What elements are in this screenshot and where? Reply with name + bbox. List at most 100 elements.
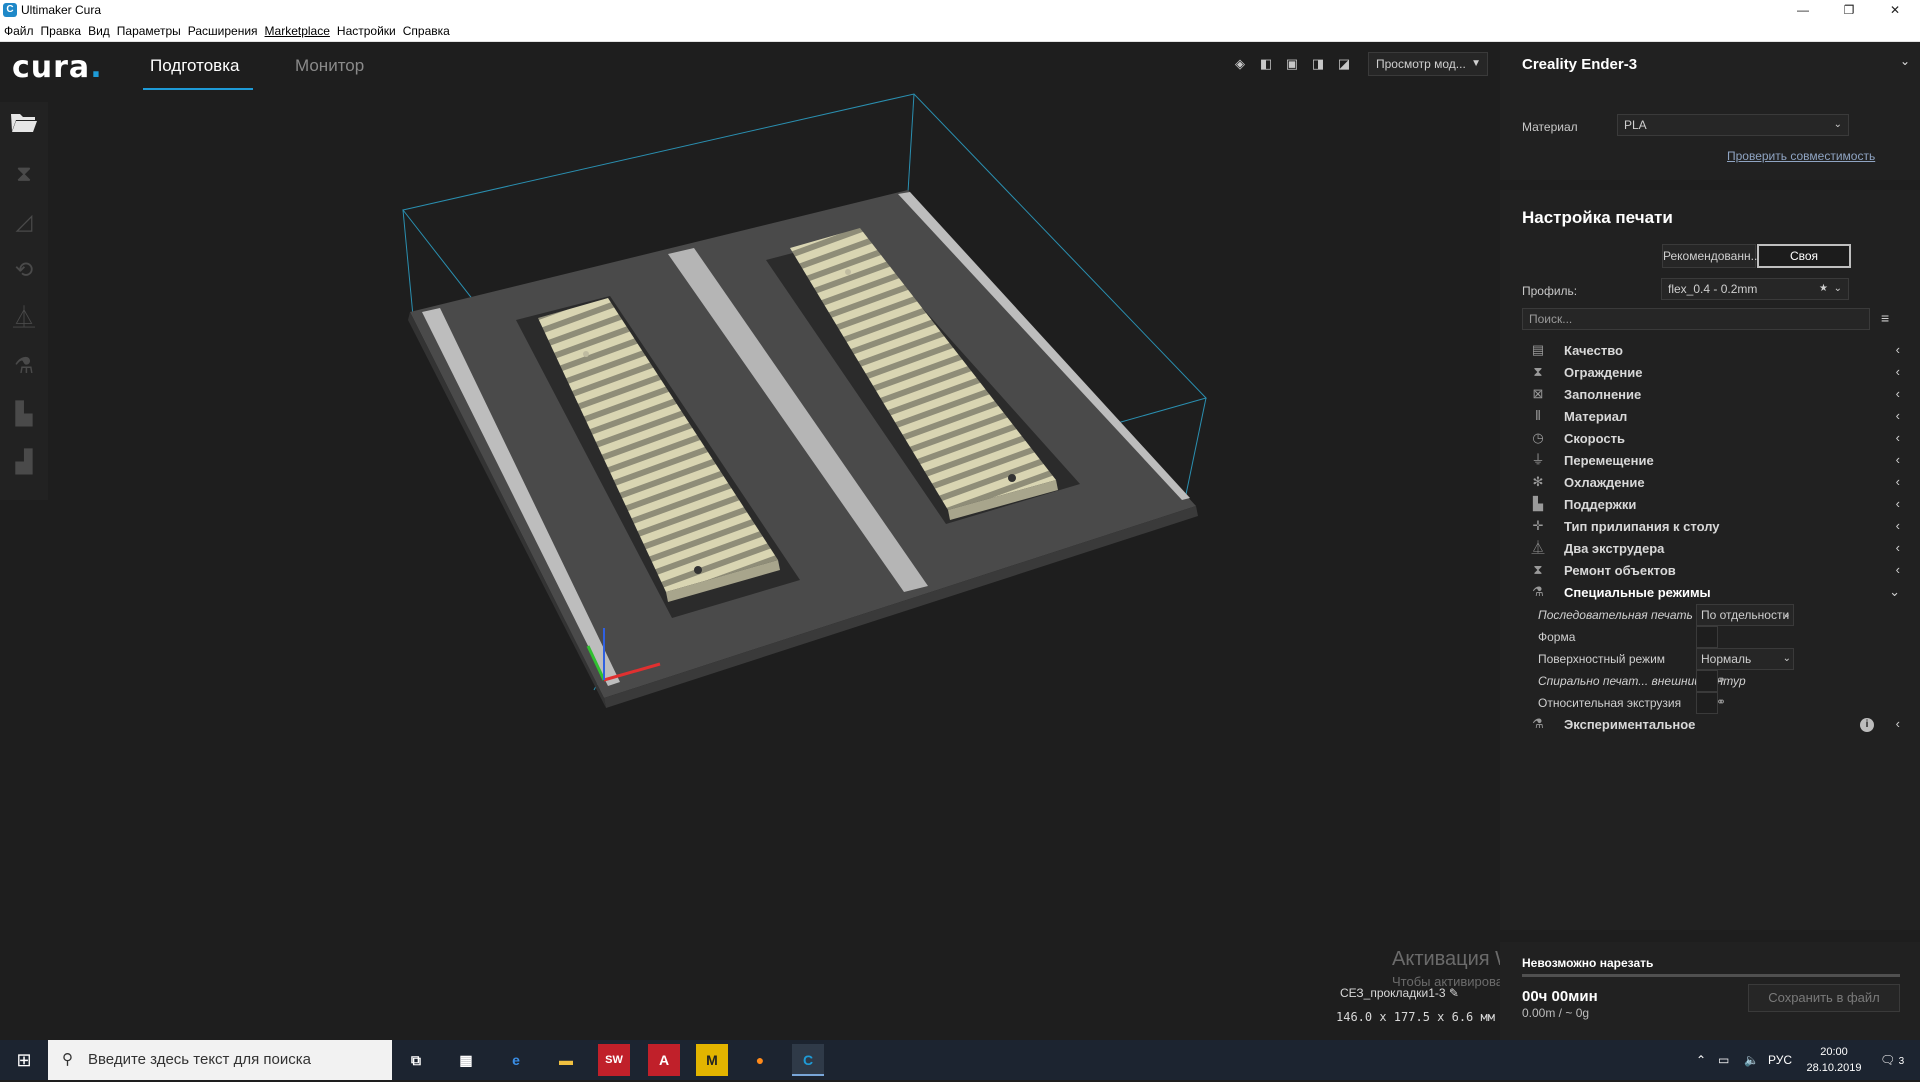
profile-select[interactable]: flex_0.4 - 0.2mm ★ ⌄ bbox=[1661, 278, 1849, 300]
chevron-down-icon: ⌄ bbox=[1833, 283, 1842, 294]
taskbar-search-placeholder: Введите здесь текст для поиска bbox=[88, 1051, 311, 1068]
material-select[interactable]: PLA ⌄ bbox=[1617, 114, 1849, 136]
category-mesh-fixes[interactable]: ⧗ Ремонт объектов ‹ bbox=[1530, 560, 1900, 582]
category-speed[interactable]: ◷ Скорость ‹ bbox=[1530, 428, 1900, 450]
right-view-icon[interactable]: ◪ bbox=[1336, 56, 1352, 72]
category-shell[interactable]: ⧗ Ограждение ‹ bbox=[1530, 362, 1900, 384]
menu-marketplace[interactable]: Marketplace bbox=[265, 24, 330, 38]
category-dual-extrusion[interactable]: ⏅ Два экструдера ‹ bbox=[1530, 538, 1900, 560]
category-label: Специальные режимы bbox=[1564, 585, 1711, 600]
check-compatibility-link[interactable]: Проверить совместимость bbox=[1727, 149, 1875, 163]
rotate-tool-icon[interactable]: ⟲ bbox=[8, 254, 40, 286]
firefox-icon[interactable]: ● bbox=[744, 1044, 776, 1076]
menu-edit[interactable]: Правка bbox=[41, 24, 82, 38]
special-modes-icon: ⚗ bbox=[1532, 584, 1544, 599]
file-explorer-icon[interactable]: ▬ bbox=[550, 1044, 582, 1076]
solidworks-icon[interactable]: SW bbox=[598, 1044, 630, 1076]
chevron-left-icon: ‹ bbox=[1895, 716, 1900, 731]
edge-browser-icon[interactable]: e bbox=[500, 1044, 532, 1076]
menu-file[interactable]: Файл bbox=[4, 24, 34, 38]
top-view-icon[interactable]: ▣ bbox=[1284, 56, 1300, 72]
surface-mode-select[interactable]: Нормаль ⌄ bbox=[1696, 648, 1794, 670]
recommended-mode-button[interactable]: Рекомендованн... bbox=[1662, 244, 1761, 268]
chevron-left-icon: ‹ bbox=[1895, 518, 1900, 533]
category-cooling[interactable]: ✻ Охлаждение ‹ bbox=[1530, 472, 1900, 494]
material-label: Материал bbox=[1522, 120, 1578, 134]
calculator-icon[interactable]: ▦ bbox=[450, 1044, 482, 1076]
minimize-button[interactable]: — bbox=[1780, 0, 1826, 20]
travel-icon: ⏚ bbox=[1531, 452, 1545, 467]
view-mode-select[interactable]: Просмотр мод... ▼ bbox=[1368, 52, 1488, 76]
taskbar-search-input[interactable]: ⚲ Введите здесь текст для поиска bbox=[48, 1040, 392, 1080]
network-icon[interactable]: ▭ bbox=[1718, 1040, 1729, 1080]
language-indicator[interactable]: РУС bbox=[1768, 1040, 1792, 1080]
print-sequence-select[interactable]: По отдельности ⌄ bbox=[1696, 604, 1794, 626]
chevron-left-icon: ‹ bbox=[1895, 408, 1900, 423]
category-travel[interactable]: ⏚ Перемещение ‹ bbox=[1530, 450, 1900, 472]
volume-icon[interactable]: 🔈 bbox=[1744, 1040, 1759, 1080]
category-label: Ограждение bbox=[1564, 365, 1643, 380]
mold-checkbox[interactable] bbox=[1696, 626, 1718, 648]
category-label: Охлаждение bbox=[1564, 475, 1645, 490]
cura-taskbar-icon[interactable]: C bbox=[792, 1044, 824, 1076]
printer-name[interactable]: Creality Ender-3 bbox=[1522, 56, 1637, 73]
category-experimental[interactable]: ⚗ Экспериментальное i ‹ bbox=[1530, 714, 1900, 736]
app-m-icon[interactable]: M bbox=[696, 1044, 728, 1076]
menu-extensions[interactable]: Расширения bbox=[188, 24, 258, 38]
3d-view-icon[interactable]: ◈ bbox=[1232, 56, 1248, 72]
chevron-down-icon[interactable]: ⌄ bbox=[1900, 54, 1910, 68]
slice-panel: Невозможно нарезать 00ч 00мин 0.00m / ~ … bbox=[1500, 942, 1920, 1040]
save-to-file-button[interactable]: Сохранить в файл bbox=[1748, 984, 1900, 1012]
front-view-icon[interactable]: ◧ bbox=[1258, 56, 1274, 72]
windows-start-icon[interactable]: ⊞ bbox=[0, 1040, 48, 1080]
print-sequence-value: По отдельности bbox=[1701, 608, 1790, 622]
category-adhesion[interactable]: ✛ Тип прилипания к столу ‹ bbox=[1530, 516, 1900, 538]
slice-progress-bar bbox=[1522, 974, 1900, 977]
left-view-icon[interactable]: ◨ bbox=[1310, 56, 1326, 72]
restore-button[interactable]: ❐ bbox=[1826, 0, 1872, 20]
mirror-tool-icon[interactable]: ⏅ bbox=[8, 302, 40, 334]
category-special-modes[interactable]: ⚗ Специальные режимы ⌄ bbox=[1530, 582, 1900, 604]
scale-tool-icon[interactable]: ◿ bbox=[8, 206, 40, 238]
autocad-icon[interactable]: A bbox=[648, 1044, 680, 1076]
settings-panel: Creality Ender-3 ⌄ Материал PLA ⌄ Провер… bbox=[1500, 42, 1920, 1040]
menu-help[interactable]: Справка bbox=[403, 24, 450, 38]
move-tool-icon[interactable]: ⧗ bbox=[8, 158, 40, 190]
star-icon: ★ bbox=[1819, 283, 1828, 294]
category-label: Экспериментальное bbox=[1564, 717, 1696, 732]
custom-mode-button[interactable]: Своя bbox=[1757, 244, 1851, 268]
3d-viewport[interactable] bbox=[48, 90, 1500, 1040]
material-value: PLA bbox=[1624, 118, 1647, 132]
settings-search-input[interactable]: Поиск... bbox=[1522, 308, 1870, 330]
tab-prepare[interactable]: Подготовка bbox=[150, 56, 239, 76]
setting-label: Относительная экструзия bbox=[1538, 696, 1682, 710]
tray-chevron-icon[interactable]: ⌃ bbox=[1696, 1040, 1706, 1080]
layer-tool-icon[interactable]: ▟ bbox=[8, 446, 40, 478]
spiralize-checkbox[interactable] bbox=[1696, 670, 1718, 692]
setting-label: Форма bbox=[1538, 630, 1576, 644]
tab-monitor[interactable]: Монитор bbox=[295, 56, 364, 76]
menu-preferences[interactable]: Настройки bbox=[337, 24, 396, 38]
taskbar-clock[interactable]: 20:00 28.10.2019 bbox=[1800, 1044, 1868, 1076]
open-file-icon[interactable] bbox=[8, 110, 40, 142]
per-model-settings-icon[interactable]: ⚗ bbox=[8, 350, 40, 382]
support-blocker-icon[interactable]: ▙ bbox=[8, 398, 40, 430]
relative-extrusion-checkbox[interactable] bbox=[1696, 692, 1718, 714]
profile-value: flex_0.4 - 0.2mm bbox=[1668, 282, 1758, 296]
category-support[interactable]: ▙ Поддержки ‹ bbox=[1530, 494, 1900, 516]
menu-settings[interactable]: Параметры bbox=[117, 24, 181, 38]
window-title: Ultimaker Cura bbox=[21, 3, 102, 17]
edit-pencil-icon[interactable]: ✎ bbox=[1449, 986, 1459, 1000]
support-icon: ▙ bbox=[1533, 496, 1543, 511]
category-quality[interactable]: ▤ Качество ‹ bbox=[1530, 340, 1900, 362]
category-infill[interactable]: ⊠ Заполнение ‹ bbox=[1530, 384, 1900, 406]
task-view-icon[interactable]: ⧉ bbox=[400, 1044, 432, 1076]
setting-mold: Форма bbox=[1538, 626, 1908, 648]
category-material[interactable]: ⦀ Материал ‹ bbox=[1530, 406, 1900, 428]
object-name[interactable]: СЕЗ_прокладки1-3 ✎ bbox=[1340, 986, 1459, 1000]
title-bar: C Ultimaker Cura — ❐ ✕ bbox=[0, 0, 1920, 20]
settings-visibility-menu-icon[interactable]: ≡ bbox=[1881, 310, 1889, 326]
menu-view[interactable]: Вид bbox=[88, 24, 110, 38]
notifications-icon[interactable]: 🗨 3 bbox=[1880, 1040, 1904, 1080]
close-button[interactable]: ✕ bbox=[1872, 0, 1918, 20]
